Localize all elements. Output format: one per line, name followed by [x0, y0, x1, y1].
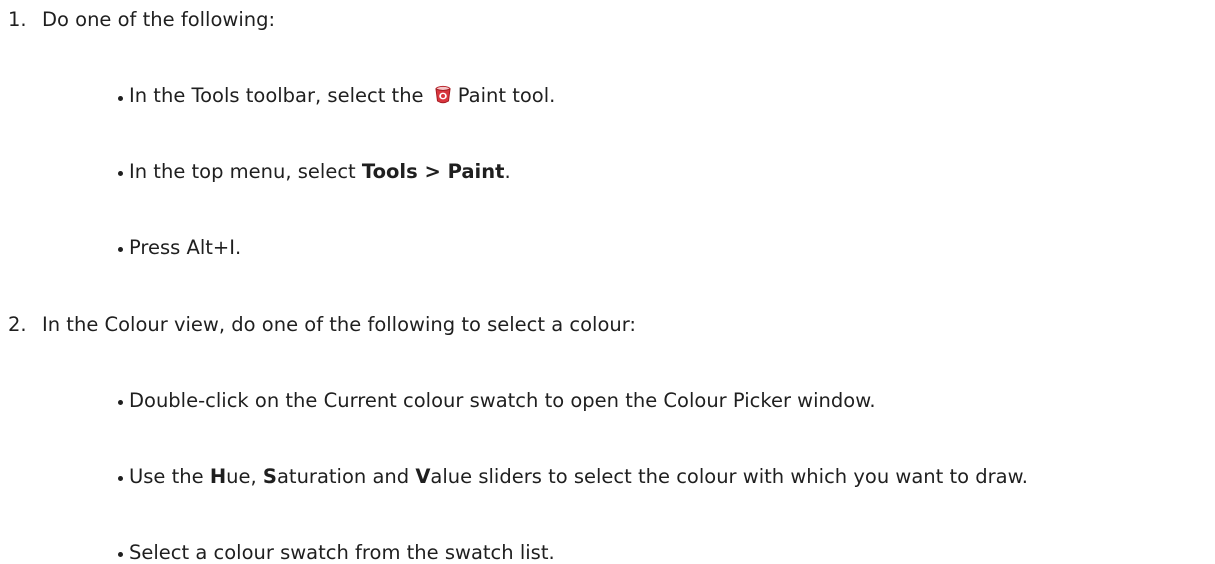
step-2-bullet-2: Use the Hue, Saturation and Value slider… — [118, 465, 1028, 488]
step-1-bullet-3: Press Alt+I. — [117, 236, 242, 259]
step-1: 1. Do one of the following: — [8, 8, 275, 31]
step-1-bullet-1: In the Tools toolbar, select the Paint t… — [117, 84, 555, 110]
step-2-bullet-3: Select a colour swatch from the swatch l… — [118, 541, 555, 564]
step-number: 1. — [8, 8, 27, 31]
step-text: Do one of the following: — [42, 8, 276, 31]
paint-bucket-icon — [434, 85, 452, 110]
step-1-bullet-2: In the top menu, select Tools > Paint. — [118, 160, 511, 183]
step-2: 2. In the Colour view, do one of the foll… — [8, 313, 636, 336]
step-number: 2. — [8, 313, 27, 336]
step-text: In the Colour view, do one of the follow… — [42, 313, 636, 336]
step-2-bullet-1: Double-click on the Current colour swatc… — [118, 389, 876, 412]
